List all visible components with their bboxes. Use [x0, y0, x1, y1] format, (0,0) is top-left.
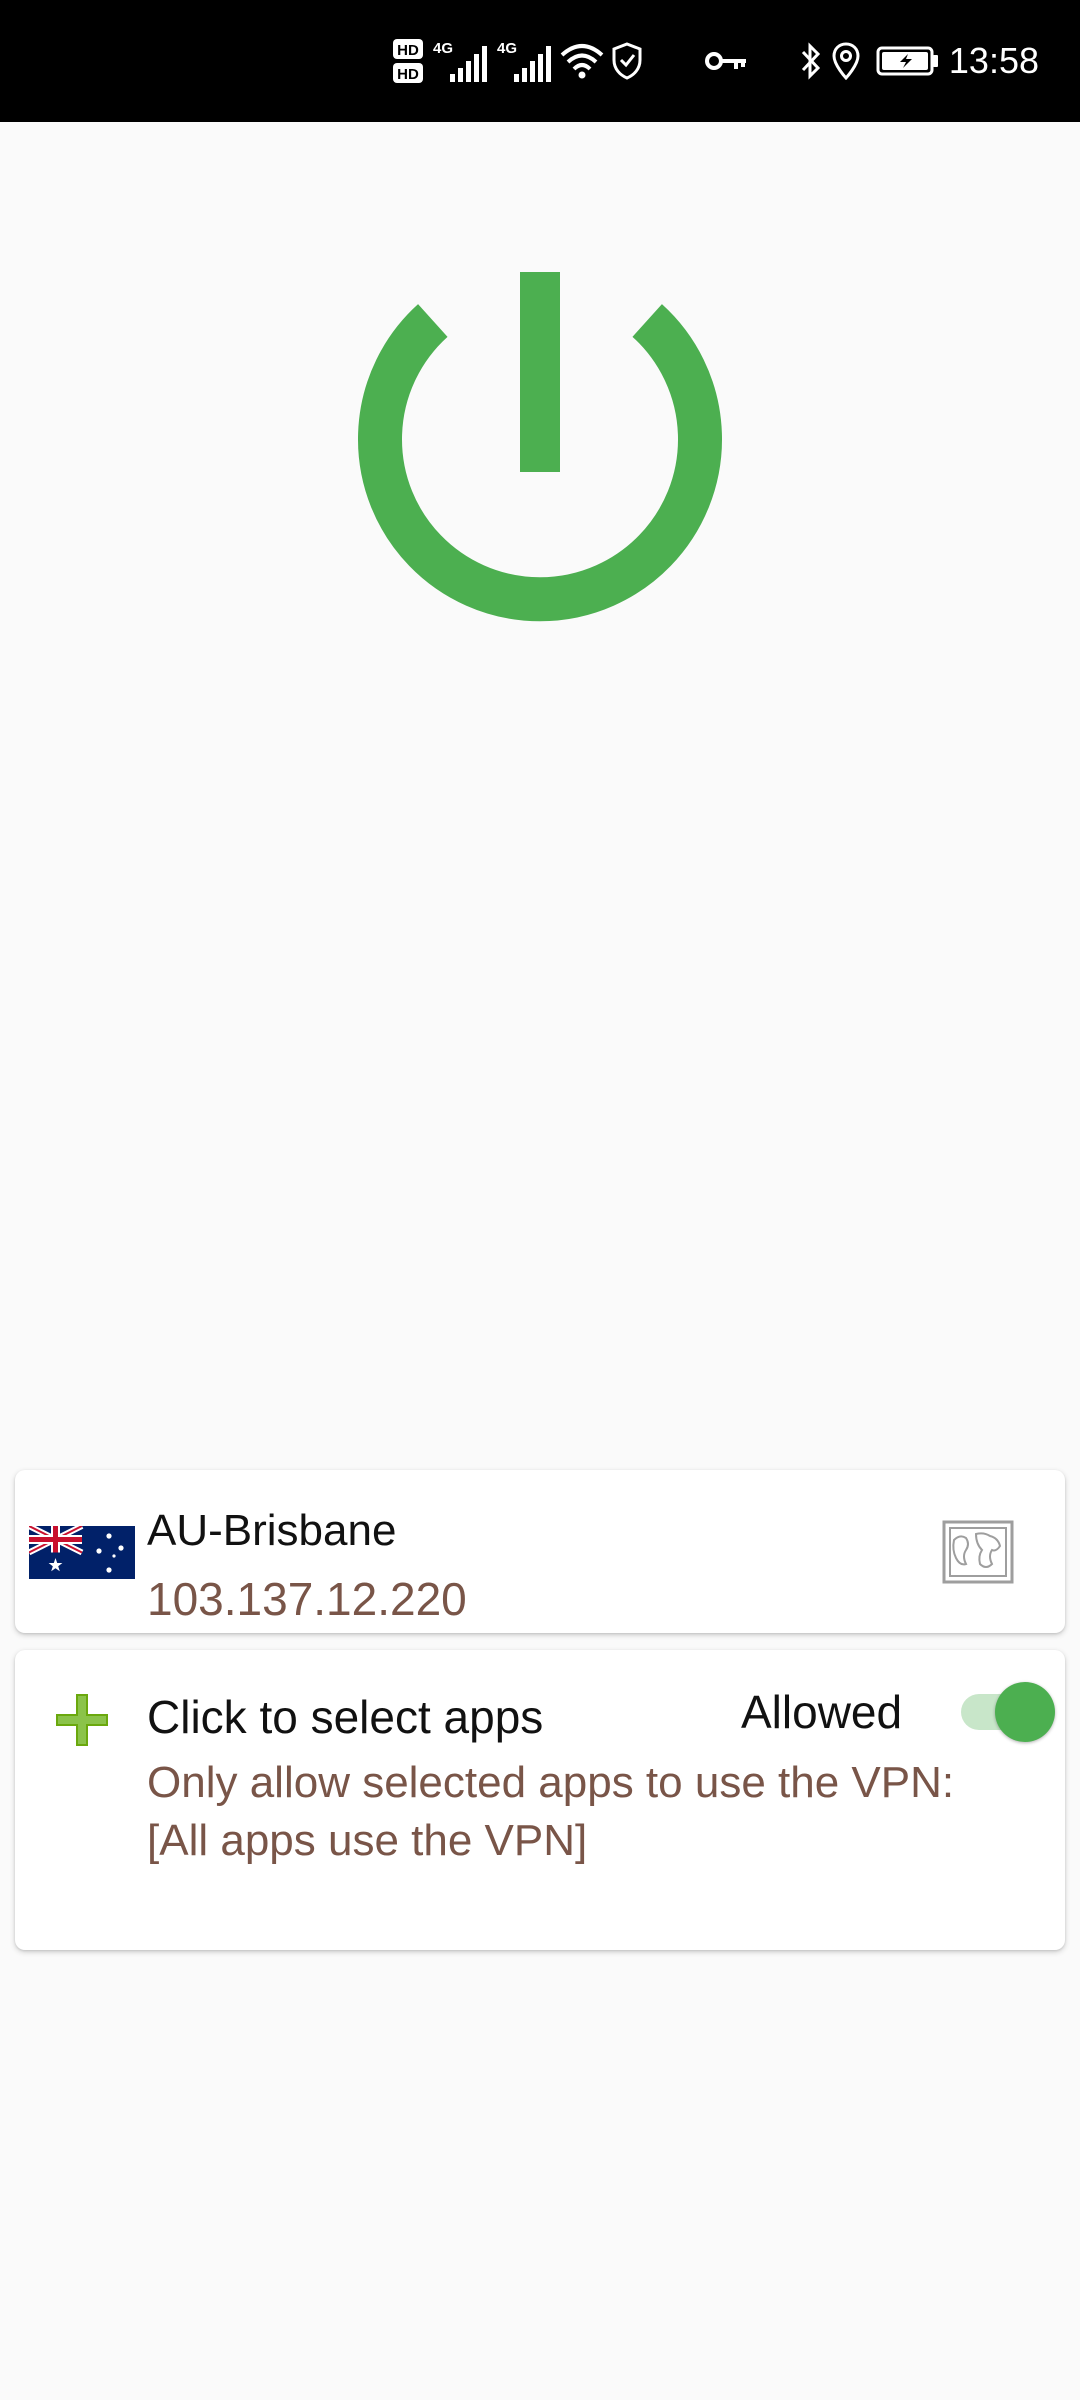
- description-line-1: Only allow selected apps to use the VPN:: [147, 1758, 955, 1807]
- status-bar: HD HD 4G 4G 13:58: [0, 0, 1080, 122]
- power-icon: [358, 272, 722, 622]
- svg-text:4G: 4G: [433, 40, 453, 57]
- toggle-thumb: [995, 1682, 1055, 1742]
- select-apps-button[interactable]: Click to select apps: [147, 1690, 543, 1744]
- 4g-signal-icon: 4G: [432, 0, 490, 122]
- svg-text:4G: 4G: [497, 40, 517, 57]
- clock: 13:58: [948, 40, 1039, 81]
- allowed-toggle[interactable]: [945, 1680, 1057, 1744]
- description-line-2: [All apps use the VPN]: [147, 1816, 588, 1865]
- app-filter-card: Click to select apps Allowed Only allow …: [15, 1650, 1065, 1950]
- 4g-signal-icon: 4G: [496, 0, 554, 122]
- server-name: AU-Brisbane: [147, 1506, 397, 1555]
- allowed-label: Allowed: [741, 1686, 903, 1738]
- server-card[interactable]: AU-Brisbane 103.137.12.220: [15, 1470, 1065, 1633]
- plus-icon[interactable]: [54, 1692, 110, 1748]
- power-button[interactable]: [356, 268, 724, 636]
- app-filter-description: Only allow selected apps to use the VPN:…: [147, 1754, 954, 1870]
- map-button[interactable]: [942, 1520, 1014, 1584]
- svg-text:HD: HD: [397, 42, 419, 59]
- location-icon: [832, 0, 860, 122]
- australia-flag-icon: [29, 1526, 135, 1579]
- bluetooth-icon: [800, 0, 822, 122]
- hd-icon: HD HD: [392, 0, 424, 122]
- wifi-icon: [560, 0, 604, 122]
- vpn-key-icon: [704, 0, 748, 122]
- server-ip: 103.137.12.220: [147, 1573, 467, 1625]
- battery-charging-icon: [876, 0, 940, 122]
- svg-text:HD: HD: [397, 66, 419, 83]
- shield-icon: [612, 0, 642, 122]
- map-icon: [942, 1520, 1014, 1584]
